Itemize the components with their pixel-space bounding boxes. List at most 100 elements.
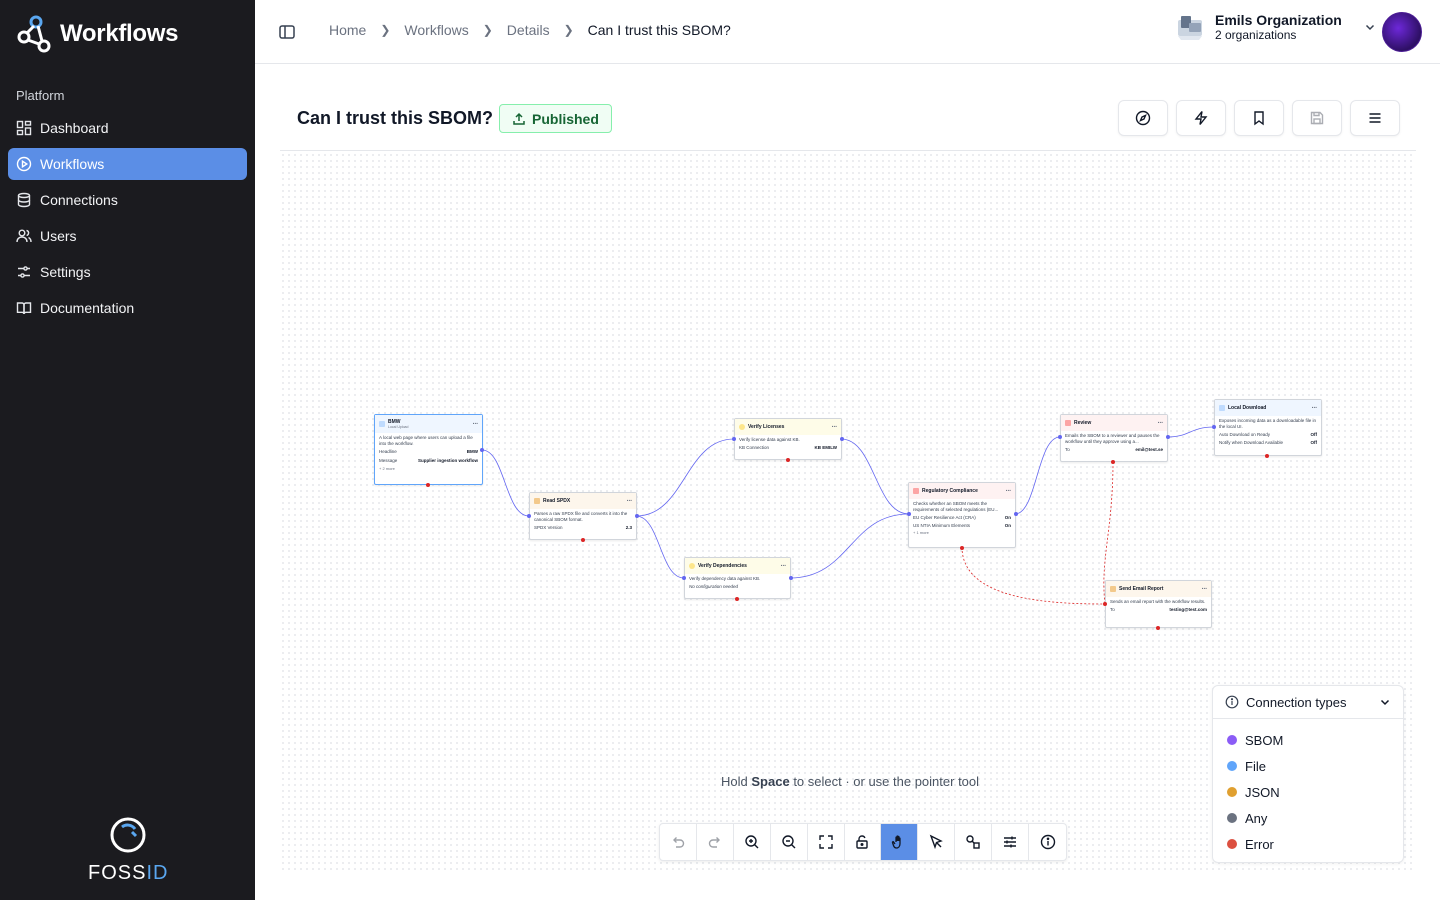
node-output-port[interactable] [1014, 512, 1018, 516]
node-send-email-report[interactable]: Send Email Report ··· Sends an email rep… [1105, 580, 1212, 628]
status-badge-label: Published [532, 110, 599, 127]
node-menu-icon[interactable]: ··· [1006, 488, 1012, 495]
undo-button[interactable] [660, 824, 697, 860]
sidebar-item-dashboard[interactable]: Dashboard [8, 112, 247, 144]
workflow-actions [1118, 100, 1400, 136]
brand[interactable]: Workflows [16, 14, 179, 54]
node-input-port[interactable] [1103, 602, 1107, 606]
sidebar-item-users[interactable]: Users [8, 220, 247, 252]
auto-layout-button[interactable] [955, 824, 993, 860]
node-review[interactable]: Review ··· Emails the SBOM to a reviewer… [1060, 414, 1168, 462]
node-bmw[interactable]: BMW Local Upload ··· A local web page wh… [374, 414, 483, 485]
node-input-port[interactable] [682, 576, 686, 580]
bookmark-button[interactable] [1234, 100, 1284, 136]
node-more-link[interactable]: + 2 more [379, 465, 478, 473]
dashboard-icon [16, 120, 32, 136]
fit-view-button[interactable] [808, 824, 845, 860]
user-avatar[interactable] [1382, 12, 1422, 52]
node-header: Local Download ··· [1215, 400, 1321, 416]
node-more-link[interactable]: + 1 more [913, 529, 1011, 537]
org-switcher[interactable]: Emils Organization 2 organizations [1175, 12, 1376, 42]
node-error-port[interactable] [786, 458, 790, 462]
node-error-port[interactable] [1111, 460, 1115, 464]
breadcrumb-details[interactable]: Details [507, 22, 550, 38]
check-node-icon [739, 424, 745, 430]
node-output-port[interactable] [1166, 435, 1170, 439]
node-menu-icon[interactable]: ··· [473, 421, 479, 428]
node-error-port[interactable] [735, 597, 739, 601]
node-subtitle: Local Upload [388, 425, 409, 429]
node-output-port[interactable] [635, 514, 639, 518]
node-body: Parses a raw SPDX file and converts it i… [530, 509, 636, 534]
node-menu-icon[interactable]: ··· [1202, 586, 1208, 593]
page-title: Can I trust this SBOM? [297, 108, 494, 128]
node-verify-licenses[interactable]: Verify Licenses ··· Verify license data … [734, 418, 842, 460]
breadcrumb: Home ❯ Workflows ❯ Details ❯ Can I trust… [329, 22, 731, 38]
sidebar-item-label: Settings [40, 264, 91, 280]
node-error-port[interactable] [1156, 626, 1160, 630]
run-button[interactable] [1176, 100, 1226, 136]
sidebar-toggle-icon [279, 25, 295, 39]
sidebar-item-settings[interactable]: Settings [8, 256, 247, 288]
node-menu-icon[interactable]: ··· [781, 563, 787, 570]
fossid-magnifier-icon [110, 817, 146, 853]
node-input-port[interactable] [732, 437, 736, 441]
node-local-download[interactable]: Local Download ··· Exposes incoming data… [1214, 399, 1322, 456]
legend-header[interactable]: Connection types [1213, 686, 1403, 719]
node-verify-dependencies[interactable]: Verify Dependencies ··· Verify dependenc… [684, 557, 791, 599]
node-regulatory-compliance[interactable]: Regulatory Compliance ··· Checks whether… [908, 482, 1016, 548]
explore-button[interactable] [1118, 100, 1168, 136]
redo-button[interactable] [697, 824, 734, 860]
node-body: Verify license data against KB. KB Conne… [735, 435, 841, 454]
info-button[interactable] [1029, 824, 1066, 860]
check-node-icon [689, 563, 695, 569]
node-error-port[interactable] [1265, 454, 1269, 458]
breadcrumb-home[interactable]: Home [329, 22, 366, 38]
hand-icon [892, 835, 902, 849]
node-error-port[interactable] [426, 483, 430, 487]
fossid-logo: FOSSID [88, 815, 168, 885]
node-output-port[interactable] [840, 437, 844, 441]
node-header: Verify Dependencies ··· [685, 558, 790, 574]
sidebar-item-documentation[interactable]: Documentation [8, 292, 247, 324]
node-menu-icon[interactable]: ··· [1312, 405, 1318, 412]
zoom-in-button[interactable] [734, 824, 771, 860]
node-input-port[interactable] [907, 512, 911, 516]
node-output-port[interactable] [789, 576, 793, 580]
save-button[interactable] [1292, 100, 1342, 136]
legend-item-file: File [1213, 753, 1403, 779]
lock-button[interactable] [845, 824, 882, 860]
zoom-out-icon [781, 835, 796, 849]
node-field-key: Auto Download on Ready [1219, 432, 1271, 437]
node-error-port[interactable] [960, 546, 964, 550]
node-input-port[interactable] [527, 514, 531, 518]
hand-tool-button[interactable] [881, 824, 919, 860]
node-input-port[interactable] [1058, 435, 1062, 439]
sidebar-item-connections[interactable]: Connections [8, 184, 247, 216]
node-field: EU Cyber Resilience Act (CRA) On [913, 513, 1011, 522]
node-body: Checks whether an SBOM meets the require… [909, 499, 1015, 539]
sidebar-toggle-button[interactable] [277, 22, 297, 42]
topbar: Home ❯ Workflows ❯ Details ❯ Can I trust… [255, 0, 1440, 64]
zoom-out-button[interactable] [771, 824, 808, 860]
menu-button[interactable] [1350, 100, 1400, 136]
canvas-hint: Hold Space to select · or use the pointe… [721, 774, 979, 789]
org-name: Emils Organization [1215, 12, 1342, 28]
node-menu-icon[interactable]: ··· [832, 424, 838, 431]
node-read-spdx[interactable]: Read SPDX ··· Parses a raw SPDX file and… [529, 492, 637, 540]
pointer-tool-button[interactable] [918, 824, 956, 860]
node-field-value: On [1004, 523, 1011, 528]
node-menu-icon[interactable]: ··· [627, 498, 633, 505]
legend-item-json: JSON [1213, 779, 1403, 805]
chevron-right-icon: ❯ [482, 23, 493, 37]
breadcrumb-workflows[interactable]: Workflows [404, 22, 468, 38]
node-field-value: Supplier ingestion workflow [417, 458, 478, 463]
sidebar: Workflows Platform Dashboard Workflows C… [0, 0, 255, 900]
node-input-port[interactable] [1212, 425, 1216, 429]
sidebar-item-workflows[interactable]: Workflows [8, 148, 247, 180]
node-menu-icon[interactable]: ··· [1158, 420, 1164, 427]
node-output-port[interactable] [480, 448, 484, 452]
connection-types-legend: Connection types SBOM File JSON Any Erro… [1212, 685, 1404, 863]
canvas-settings-button[interactable] [992, 824, 1030, 860]
node-error-port[interactable] [581, 538, 585, 542]
